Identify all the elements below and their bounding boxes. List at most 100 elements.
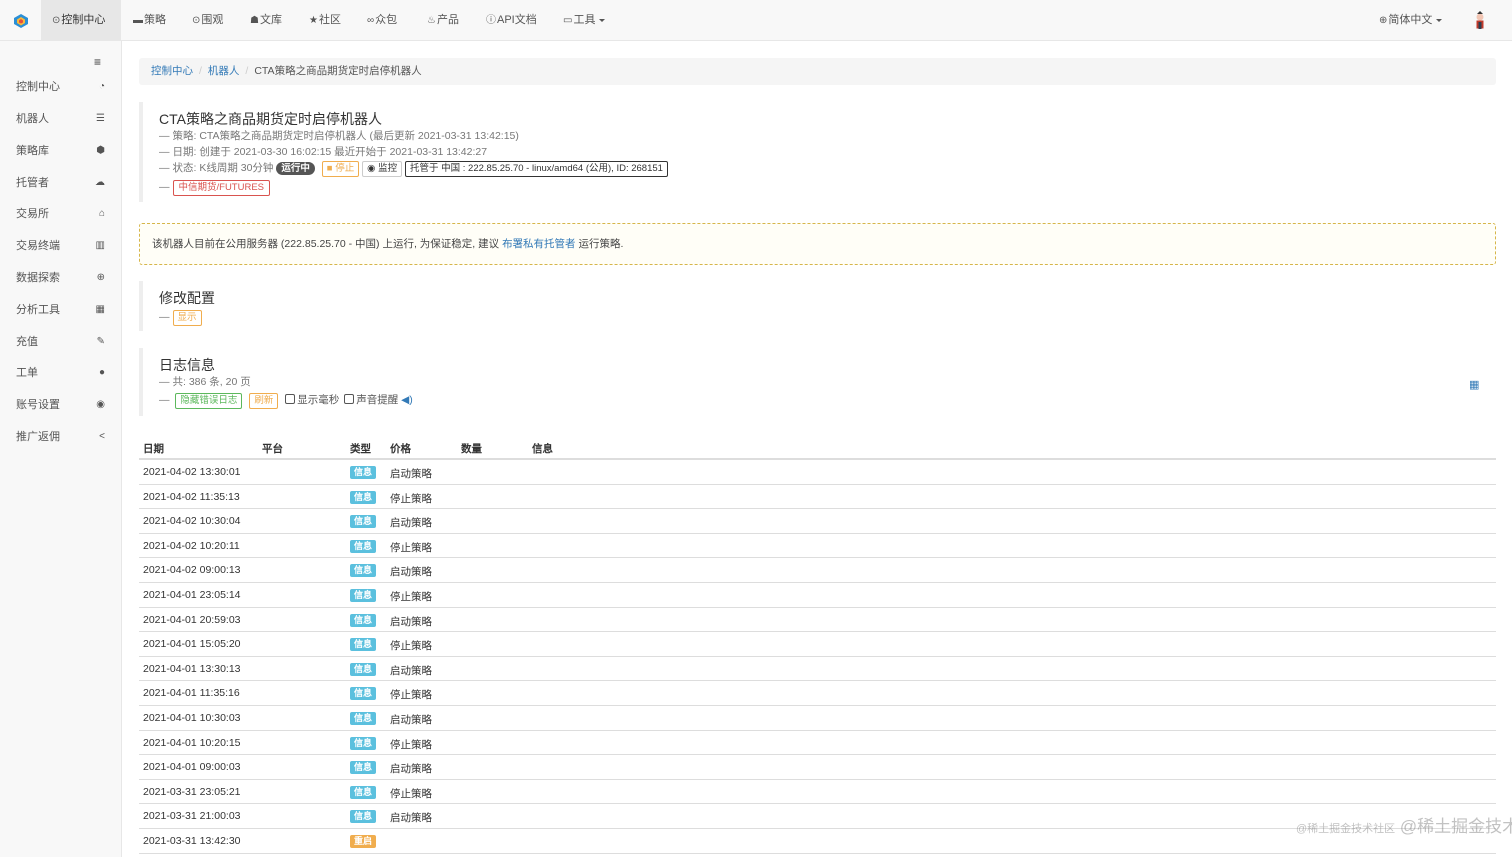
log-type-badge: 信息 [350,613,377,627]
nav-item-crowdsource[interactable]: ∞众包 [367,0,397,41]
log-date: 2021-04-01 09:00:03 [143,761,241,774]
sidebar: ≡ 控制中心 ◔ 机器人 ☰ 策略库 ⬢ 托管者 ☁ 交易所 ⌂ 交易终端 ▥ 数据探索 ⊕ … [0,41,122,857]
nav-item-tools[interactable]: ▭工具 [563,0,606,41]
bank-icon: ⌂ [98,208,105,219]
sidebar-item-strategy-library[interactable]: 策略库 ⬢ [0,136,121,166]
hide-errors-button[interactable]: 隐藏错误日志 [175,393,243,409]
info-icon: ⓘ [486,15,496,26]
deploy-private-host-link[interactable]: 布署私有托管者 [502,238,576,250]
menu-toggle-icon[interactable]: ≡ [94,55,101,69]
dashboard-icon: ⊙ [52,15,61,26]
status-badge: 运行中 [276,162,315,175]
share-icon: < [99,431,105,442]
log-type-badge: 信息 [350,687,377,701]
nav-item-watch[interactable]: ⊙围观 [192,0,223,41]
nav-item-community[interactable]: ★社区 [309,0,341,41]
library-icon: ☗ [250,15,259,26]
cloud-icon: ☁ [95,177,105,188]
checkbox[interactable] [285,394,296,404]
config-title: 修改配置 [159,290,215,306]
monitor-button[interactable]: ◉ 监控 [362,161,403,177]
language-selector[interactable]: ⊕简体中文 [1379,0,1443,41]
breadcrumb-robots[interactable]: 机器人 [208,65,240,77]
log-section: 日志信息 — 共: 386 条, 20 页 — 隐藏错误日志 刷新 显示毫秒 声音… [139,348,413,416]
table-row: 2021-04-01 20:59:03 信息 启动策略 [139,608,1496,633]
table-row: 2021-03-31 13:42:30 重启 [139,829,1496,854]
stop-button[interactable]: ■ 停止 [321,161,360,177]
nav-item-products[interactable]: ♨产品 [427,0,459,41]
sidebar-item-tickets[interactable]: 工单 ● [0,358,121,388]
column-price: 价格 [390,443,411,455]
log-date: 2021-04-02 10:20:11 [143,539,240,552]
search-icon: ⊕ [96,272,105,283]
log-message: 停止策略 [390,787,432,800]
nav-item-library[interactable]: ☗文库 [250,0,282,41]
robot-info-section: CTA策略之商品期货定时启停机器人 — 策略: CTA策略之商品期货定时启停机器人… [139,102,668,202]
log-message: 停止策略 [390,590,432,603]
sidebar-item-robots[interactable]: 机器人 ☰ [0,104,121,134]
sidebar-item-dashboard[interactable]: 控制中心 ◔ [0,72,121,102]
show-ms-checkbox[interactable]: 显示毫秒 [285,394,339,406]
log-date: 2021-04-02 13:30:01 [143,466,241,478]
table-row: 2021-04-01 10:20:15 信息 停止策略 [139,731,1496,756]
log-type-badge: 信息 [350,515,377,529]
sidebar-item-data-explore[interactable]: 数据探索 ⊕ [0,263,121,293]
log-date: 2021-04-01 20:59:03 [143,613,241,626]
logo[interactable] [0,0,41,41]
log-date: 2021-04-02 10:30:04 [143,515,241,528]
sidebar-item-referral[interactable]: 推广返佣 < [0,422,121,452]
log-message: 停止策略 [390,738,432,751]
table-row: 2021-04-01 09:00:03 信息 启动策略 [139,755,1496,780]
log-date: 2021-04-02 11:35:13 [143,490,240,503]
eye-icon: ◉ [367,163,379,174]
sidebar-item-recharge[interactable]: 充值 ✎ [0,327,121,357]
column-type: 类型 [350,443,371,455]
log-type-badge: 信息 [350,662,377,676]
globe-icon: ⊕ [1379,15,1388,26]
sidebar-item-analysis-tools[interactable]: 分析工具 ▦ [0,295,121,325]
log-message: 停止策略 [390,640,432,653]
dashboard-icon: ◔ [98,81,105,92]
log-rows: 2021-04-02 13:30:01 信息 启动策略 2021-04-02 11:3… [139,460,1496,854]
exchange-label[interactable]: 中信期货/FUTURES [172,180,271,196]
date-line: — 日期: 创建于 2021-03-30 16:02:15 最近开始于 2021-… [159,146,488,158]
user-circle-icon: ◉ [96,399,105,410]
log-date: 2021-04-01 10:20:15 [143,736,241,749]
watch-icon: ⊙ [192,15,201,26]
briefcase-icon: ▭ [563,15,573,26]
host-info-button[interactable]: 托管于 中国 : 222.85.25.70 - linux/amd64 (公用)… [405,161,668,177]
calendar-icon[interactable]: ▦ [1469,378,1479,391]
log-message: 启动策略 [390,812,432,825]
strategy-line: — 策略: CTA策略之商品期货定时启停机器人 (最后更新 2021-03-31 … [159,130,519,142]
column-amount: 数量 [461,443,482,455]
sidebar-item-exchanges[interactable]: 交易所 ⌂ [0,199,121,229]
watermark: @稀土掘金技术社区 @稀土掘金技术社区 [1296,817,1512,836]
public-server-alert: 该机器人目前在公用服务器 (222.85.25.70 - 中国) 上运行, 为保… [139,223,1496,265]
log-summary: — 共: 386 条, 20 页 [159,376,251,388]
table-row: 2021-04-01 13:30:13 信息 启动策略 [139,657,1496,682]
top-navbar: ⊙控制中心 ▬策略 ⊙围观 ☗文库 ★社区 ∞众包 ♨产品 ⓘAPI文档 ▭工具… [0,0,1512,41]
breadcrumb-home[interactable]: 控制中心 [151,65,193,77]
crowdsource-icon: ∞ [367,15,375,26]
nav-item-api-docs[interactable]: ⓘAPI文档 [486,0,537,41]
sidebar-item-account-settings[interactable]: 账号设置 ◉ [0,390,121,420]
nav-item-strategy[interactable]: ▬策略 [133,0,166,41]
log-type-badge: 信息 [350,810,377,824]
sidebar-item-trading-terminal[interactable]: 交易终端 ▥ [0,231,121,261]
show-config-button[interactable]: 显示 [172,310,202,326]
checkbox[interactable] [344,394,355,404]
log-type-badge: 信息 [350,466,377,479]
breadcrumb: 控制中心 / 机器人 / CTA策略之商品期货定时启停机器人 [139,58,1496,85]
log-title: 日志信息 [159,357,215,373]
log-message: 启动策略 [390,763,432,776]
log-date: 2021-04-01 23:05:14 [143,588,241,601]
avatar[interactable] [1472,11,1488,31]
fire-icon: ♨ [427,15,436,26]
table-row: 2021-04-01 10:30:03 信息 启动策略 [139,706,1496,731]
log-date: 2021-03-31 23:05:21 [143,785,241,798]
volume-icon[interactable]: ◀) [401,394,413,406]
nav-item-dashboard[interactable]: ⊙控制中心 [41,0,121,41]
refresh-button[interactable]: 刷新 [249,393,279,409]
sound-alert-checkbox[interactable]: 声音提醒 [344,394,398,406]
sidebar-item-hosts[interactable]: 托管者 ☁ [0,168,121,198]
